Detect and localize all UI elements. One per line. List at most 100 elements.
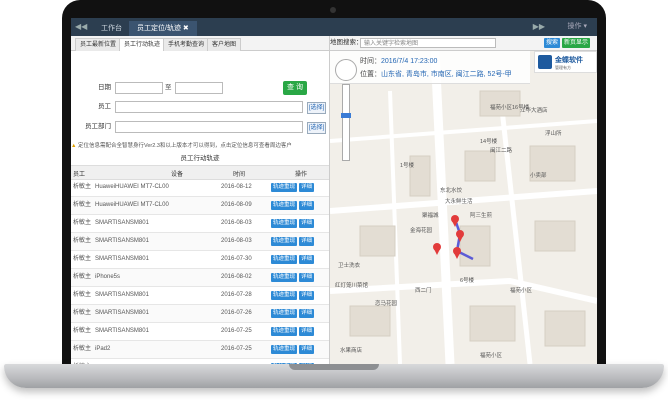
track-replay-button[interactable]: 轨迹重现	[271, 273, 298, 282]
select-employee-link[interactable]: [选择]	[307, 102, 327, 114]
nav-back-icon[interactable]: ◀◀	[75, 18, 87, 36]
row-employee: 析敏主	[73, 346, 92, 352]
map-place-label: 水果商店	[340, 348, 363, 354]
map-place-label: 14号楼	[480, 139, 498, 145]
info-loc-value: 山东省, 青岛市, 市南区, 闽江二路, 52号-甲	[381, 71, 512, 78]
table-row: 析敏主 SMARTISANSM801 2016-07-25 轨迹重现 详细	[71, 323, 329, 341]
track-replay-button[interactable]: 轨迹重现	[271, 219, 298, 228]
detail-button[interactable]: 详细	[299, 345, 315, 354]
row-device: SMARTISANSM801	[95, 220, 149, 226]
nav-forward-icon[interactable]: ▶▶	[533, 18, 545, 36]
select-dept-link[interactable]: [选择]	[307, 122, 327, 134]
map-canvas[interactable]: 福苑小区16号楼 福苑小区 1号楼 14号楼 大永鲜生活 卫士洗衣 红灯笼川菜馆 恋马花园 西二…	[330, 51, 597, 364]
subtab-attendance[interactable]: 手机考勤查询	[163, 38, 210, 51]
row-time: 2016-08-02	[221, 274, 252, 280]
header-time: 时间	[233, 172, 246, 178]
track-replay-button[interactable]: 轨迹重现	[271, 255, 298, 264]
map-place-label: 红灯笼川菜馆	[335, 283, 369, 289]
map-place-label: 东北水饺	[440, 188, 463, 194]
brand-logo: 金蝶软件 管理有方	[534, 51, 597, 73]
row-time: 2016-08-03	[221, 238, 252, 244]
row-device: SMARTISANSM801	[95, 238, 149, 244]
detail-button[interactable]: 详细	[299, 219, 315, 228]
row-device: SMARTISANSM801	[95, 292, 149, 298]
row-employee: 析敏主	[73, 328, 92, 334]
tab-employee-location[interactable]: 员工定位/轨迹 ✖	[129, 21, 197, 36]
track-replay-button[interactable]: 轨迹重现	[271, 327, 298, 336]
track-replay-button[interactable]: 轨迹重现	[271, 237, 298, 246]
row-device: SMARTISANSM801	[95, 256, 149, 262]
left-panel: 员工最新位置 员工行动轨迹 手机考勤查询 客户地图 日期 至 查 询 员工 [选…	[71, 36, 330, 364]
map-place-label: 6号楼	[460, 278, 475, 284]
building	[464, 150, 496, 182]
info-time: 时间：2016/7/4 17:23:00	[360, 56, 437, 66]
employee-label: 员工	[98, 103, 111, 110]
row-employee: 析敏主	[73, 310, 92, 316]
tab-workbench[interactable]: 工作台	[93, 21, 130, 36]
zoom-slider[interactable]	[341, 84, 351, 161]
camera-icon	[330, 7, 336, 13]
track-replay-button[interactable]: 轨迹重现	[271, 345, 298, 354]
detail-button[interactable]: 详细	[299, 183, 315, 192]
track-replay-button[interactable]: 轨迹重现	[271, 201, 298, 210]
building	[469, 305, 516, 342]
map-info-box: 时间：2016/7/4 17:23:00 位置：山东省, 青岛市, 市南区, 闽…	[330, 51, 530, 84]
map-place-label: 闽江二路	[490, 148, 513, 154]
subtab-customer-map[interactable]: 客户地图	[207, 38, 242, 51]
row-employee: 析敏主	[73, 202, 92, 208]
info-loc-label: 位置：	[360, 71, 381, 78]
track-replay-button[interactable]: 轨迹重现	[271, 309, 298, 318]
new-page-button[interactable]: 新页显示	[562, 38, 591, 48]
map-place-label: 聚福城	[422, 213, 439, 219]
table-title: 员工行动轨迹	[180, 155, 220, 162]
row-device: XiaomiMI2	[95, 359, 210, 364]
close-icon[interactable]: ✖	[183, 25, 189, 32]
employee-input[interactable]	[115, 101, 303, 113]
map-place-label: 福苑小区	[480, 353, 503, 359]
detail-button[interactable]: 详细	[299, 273, 315, 282]
laptop-notch	[289, 364, 379, 370]
detail-button[interactable]: 详细	[299, 327, 315, 336]
map-place-label: 金海花园	[410, 228, 433, 234]
track-replay-button[interactable]: 轨迹重现	[271, 291, 298, 300]
info-time-value: 2016/7/4 17:23:00	[381, 58, 438, 65]
map-place-label: 小卖部	[530, 173, 547, 179]
detail-button[interactable]: 详细	[299, 237, 315, 246]
row-employee: 析敏主	[73, 292, 92, 298]
notice-content: 定位信息需配合全智慧身行Ver2.3和以上版本才可以得到，点击定位信息可查看周边…	[77, 143, 292, 149]
subtab-track[interactable]: 员工行动轨迹	[119, 38, 166, 51]
header-ops: 操作	[295, 172, 308, 178]
row-time: 2016-07-25	[221, 346, 252, 352]
dept-input[interactable]	[115, 121, 303, 133]
map-search-button[interactable]: 搜索	[544, 38, 561, 48]
zoom-knob[interactable]	[341, 113, 351, 118]
detail-button[interactable]: 详细	[299, 201, 315, 210]
row-time: 2016-07-24	[221, 359, 271, 364]
app-screen: ◀◀ 工作台 员工定位/轨迹 ✖ ▶▶ 操作 ▾ 员工最新位置 员工行动轨迹 手…	[71, 18, 597, 364]
table-row: 析敏主 iPhone5s 2016-08-02 轨迹重现 详细	[71, 269, 329, 287]
warning-icon: ▲	[71, 143, 77, 149]
subtab-latest-location[interactable]: 员工最新位置	[75, 38, 122, 51]
map-panel: 地图搜索： 输入关键字检索地图 搜索 新页显示 福苑小区16号楼 福苑小区 1号…	[330, 36, 597, 364]
map-search-input[interactable]: 输入关键字检索地图	[360, 38, 496, 48]
date-start-input[interactable]	[115, 82, 163, 94]
building	[359, 225, 396, 257]
detail-button[interactable]: 详细	[299, 309, 315, 318]
building	[349, 305, 391, 337]
ops-menu[interactable]: 操作 ▾	[568, 18, 587, 36]
map-svg	[330, 51, 597, 364]
info-location: 位置：山东省, 青岛市, 市南区, 闽江二路, 52号-甲	[360, 69, 512, 79]
row-device: iPad2	[95, 346, 111, 352]
detail-button[interactable]: 详细	[299, 255, 315, 264]
map-place-label: 阿三生煎	[470, 213, 493, 219]
date-end-input[interactable]	[175, 82, 223, 94]
track-replay-button[interactable]: 轨迹重现	[271, 183, 298, 192]
row-time: 2016-07-26	[221, 310, 252, 316]
detail-button[interactable]: 详细	[299, 291, 315, 300]
track-replay-button[interactable]: 轨迹重现	[271, 363, 298, 364]
detail-button[interactable]: 详细	[299, 363, 315, 364]
pan-control-icon[interactable]	[335, 59, 357, 81]
row-employee: 析敏主	[73, 256, 92, 262]
query-button[interactable]: 查 询	[283, 81, 307, 95]
building	[459, 225, 491, 267]
